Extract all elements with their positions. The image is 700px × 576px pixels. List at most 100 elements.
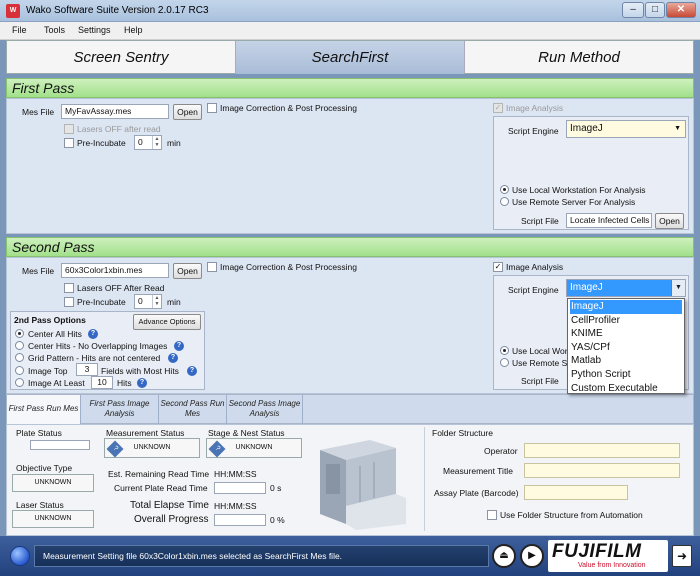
engine-option-cellprofiler[interactable]: CellProfiler <box>570 314 682 328</box>
overall-progress-label: Overall Progress <box>134 514 209 525</box>
sp-local-radio[interactable] <box>500 346 509 355</box>
minimize-button[interactable]: – <box>622 2 644 18</box>
measurement-title-label: Measurement Title <box>443 466 513 476</box>
stage-status-box: ? UNKNOWN <box>206 438 302 458</box>
use-folder-structure-label: Use Folder Structure from Automation <box>500 510 643 520</box>
sp-mes-file-input[interactable]: 60x3Color1xbin.mes <box>61 263 169 278</box>
fp-mes-file-input[interactable]: MyFavAssay.mes <box>61 104 169 119</box>
center-hits-label: Center Hits - No Overlapping Images <box>28 341 168 351</box>
est-remaining-value: HH:MM:SS <box>214 469 257 479</box>
menu-help[interactable]: Help <box>124 25 143 35</box>
sp-image-analysis-label: Image Analysis <box>506 262 564 272</box>
tab-run-method[interactable]: Run Method <box>465 41 693 74</box>
fp-script-engine-label: Script Engine <box>508 126 559 136</box>
menu-bar: File Tools Settings Help <box>0 22 700 40</box>
center-all-radio[interactable] <box>15 329 24 338</box>
subtab-label: Second Pass Run <box>160 399 225 408</box>
fp-script-engine-select[interactable]: ImageJ ▼ <box>566 120 686 138</box>
help-icon[interactable]: ? <box>168 353 178 363</box>
status-bar: Measurement Setting file 60x3Color1xbin.… <box>0 536 700 576</box>
current-plate-bar <box>214 482 266 494</box>
objective-type-box: UNKNOWN <box>12 474 94 492</box>
sp-image-correction-checkbox[interactable] <box>207 262 217 272</box>
main-tabs: Screen Sentry SearchFirst Run Method <box>6 40 694 74</box>
tab-searchfirst[interactable]: SearchFirst <box>236 41 465 74</box>
engine-option-imagej[interactable]: ImageJ <box>570 300 682 314</box>
total-elapse-label: Total Elapse Time <box>130 500 209 511</box>
advance-options-button[interactable]: Advance Options <box>133 314 201 330</box>
subtab-second-pass-image-analysis[interactable]: Second Pass Image Analysis <box>227 395 303 424</box>
operator-label: Operator <box>484 446 518 456</box>
image-top-radio[interactable] <box>15 366 24 375</box>
fp-remote-radio[interactable] <box>500 197 509 206</box>
tab-screen-sentry[interactable]: Screen Sentry <box>7 41 236 74</box>
sp-script-engine-value: ImageJ <box>570 282 603 293</box>
image-at-least-input[interactable]: 10 <box>91 376 113 389</box>
use-folder-structure-checkbox[interactable] <box>487 510 497 520</box>
image-at-least-radio[interactable] <box>15 378 24 387</box>
sp-image-analysis-checkbox[interactable]: ✓ <box>493 262 503 272</box>
sp-script-engine-select[interactable]: ImageJ ▼ <box>566 279 686 297</box>
sp-spin-arrows-icon[interactable]: ▲ ▼ <box>152 295 161 308</box>
center-hits-radio[interactable] <box>15 341 24 350</box>
maximize-button[interactable]: □ <box>645 2 665 18</box>
fp-image-correction-label: Image Correction & Post Processing <box>220 103 358 113</box>
assay-plate-input[interactable] <box>524 485 628 500</box>
help-icon[interactable]: ? <box>88 329 98 339</box>
fp-lasers-off-checkbox[interactable] <box>64 124 74 134</box>
subtab-label: First Pass Image <box>89 399 150 408</box>
stage-status-value: UNKNOWN <box>235 444 273 451</box>
first-pass-header: First Pass <box>6 78 694 98</box>
sp-open-button[interactable]: Open <box>173 263 202 279</box>
subtab-first-pass-image-analysis[interactable]: First Pass Image Analysis <box>81 395 159 424</box>
fp-image-analysis-checkbox[interactable]: ✓ <box>493 103 503 113</box>
current-plate-label: Current Plate Read Time <box>114 483 208 493</box>
subtab-label: First Pass Run Mes <box>8 404 79 413</box>
engine-option-matlab[interactable]: Matlab <box>570 354 682 368</box>
fp-open-button[interactable]: Open <box>173 104 202 120</box>
title-bar: W Wako Software Suite Version 2.0.17 RC3… <box>0 0 700 22</box>
menu-tools[interactable]: Tools <box>44 25 65 35</box>
menu-settings[interactable]: Settings <box>78 25 111 35</box>
exit-icon[interactable]: ➜ <box>672 545 692 567</box>
subtab-first-pass-run-mes[interactable]: First Pass Run Mes <box>7 395 81 424</box>
fields-label: Fields with Most Hits <box>101 366 179 376</box>
help-icon[interactable]: ? <box>137 378 147 388</box>
help-icon[interactable]: ? <box>187 366 197 376</box>
sp-remote-radio[interactable] <box>500 358 509 367</box>
overall-progress-value: 0 % <box>270 515 285 525</box>
help-icon[interactable]: ? <box>174 341 184 351</box>
engine-option-python-script[interactable]: Python Script <box>570 368 682 382</box>
fp-local-label: Use Local Workstation For Analysis <box>512 185 646 195</box>
fp-local-radio[interactable] <box>500 185 509 194</box>
center-all-label: Center All Hits <box>28 329 82 339</box>
current-plate-value: 0 s <box>270 483 282 493</box>
engine-option-custom-executable[interactable]: Custom Executable <box>570 382 682 396</box>
menu-file[interactable]: File <box>12 25 27 35</box>
subtab-label: Second Pass Image <box>228 399 301 408</box>
grid-pattern-radio[interactable] <box>15 353 24 362</box>
engine-option-yas-cpf[interactable]: YAS/CPf <box>570 341 682 355</box>
measurement-status-label: Measurement Status <box>106 428 185 438</box>
sp-script-engine-label: Script Engine <box>508 285 559 295</box>
fp-script-file-input[interactable]: Locate Infected Cells <box>566 213 652 228</box>
fp-script-open-button[interactable]: Open <box>655 213 684 229</box>
fp-spin-arrows-icon[interactable]: ▲ ▼ <box>152 136 161 149</box>
eject-button[interactable]: ⏏ <box>492 544 516 568</box>
sp-lasers-off-checkbox[interactable] <box>64 283 74 293</box>
subtab-second-pass-run-mes[interactable]: Second Pass Run Mes <box>159 395 227 424</box>
fp-image-correction-checkbox[interactable] <box>207 103 217 113</box>
fp-pre-incubate-checkbox[interactable] <box>64 138 74 148</box>
measurement-title-input[interactable] <box>524 463 680 478</box>
sp-mes-file-label: Mes File <box>22 266 55 276</box>
image-at-least-label: Image At Least <box>28 378 85 388</box>
engine-option-knime[interactable]: KNIME <box>570 327 682 341</box>
measurement-status-box: ? UNKNOWN <box>104 438 200 458</box>
operator-input[interactable] <box>524 443 680 458</box>
play-button[interactable]: ▶ <box>520 544 544 568</box>
image-top-input[interactable]: 3 <box>76 363 98 376</box>
app-icon: W <box>6 4 20 18</box>
sp-pre-incubate-checkbox[interactable] <box>64 297 74 307</box>
close-button[interactable]: ✕ <box>666 2 696 18</box>
chevron-down-icon[interactable]: ▼ <box>671 280 685 296</box>
